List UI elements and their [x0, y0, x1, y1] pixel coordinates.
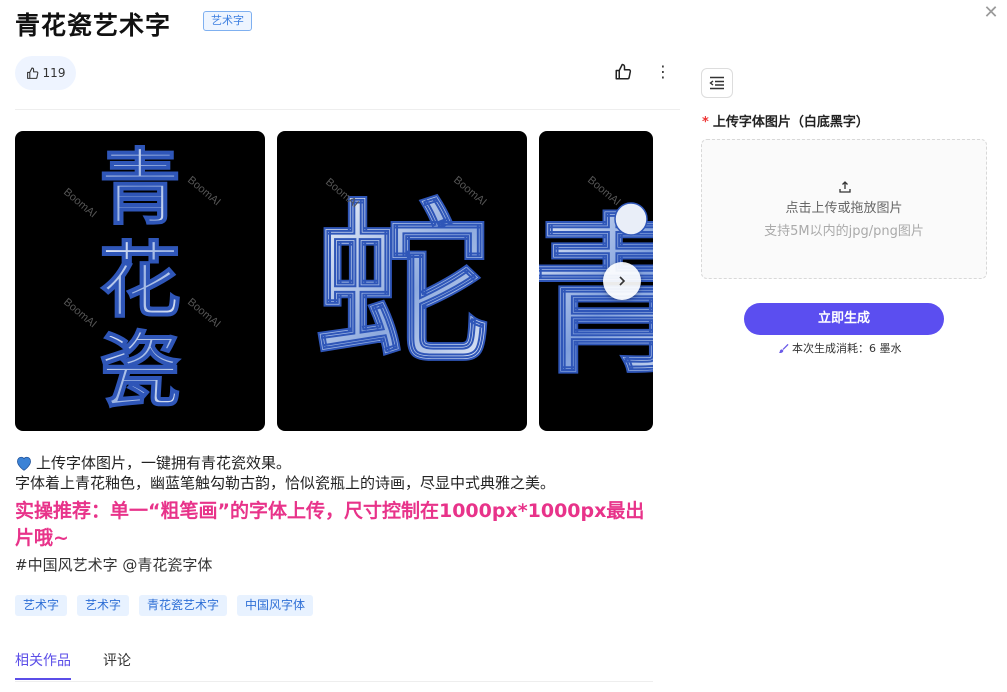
watermark: BoomAI: [185, 174, 223, 208]
upload-icon: [839, 181, 851, 193]
like-count-button[interactable]: 119: [15, 56, 76, 90]
divider: [15, 109, 680, 110]
dropzone-hint: 支持5M以内的jpg/png图片: [764, 224, 924, 239]
category-badge[interactable]: 艺术字: [203, 11, 252, 31]
tag-chip[interactable]: 中国风字体: [237, 595, 314, 616]
porcelain-glyph: 青: [99, 140, 181, 236]
porcelain-glyph: 蛇: [315, 183, 490, 388]
hashtags[interactable]: #中国风艺术字 @青花瓷字体: [15, 554, 212, 575]
ink-brush-icon: [778, 343, 789, 353]
blue-heart-icon: [17, 456, 31, 471]
description-line: 上传字体图片，一键拥有青花瓷效果。: [36, 454, 292, 472]
tag-list: 艺术字 艺术字 青花瓷艺术字 中国风字体: [15, 595, 314, 616]
cost-info: 本次生成消耗：6 墨水: [778, 340, 902, 356]
more-options-icon[interactable]: ⋮: [655, 62, 671, 82]
tag-chip[interactable]: 艺术字: [77, 595, 130, 616]
thumbs-up-icon: [26, 67, 38, 79]
required-mark: *: [702, 115, 709, 130]
dropzone-instruction: 点击上传或拖放图片: [785, 201, 903, 216]
flower-ornament: [614, 202, 648, 236]
content-tabs: 相关作品 评论: [15, 650, 131, 680]
generate-button[interactable]: 立即生成: [744, 303, 944, 335]
image-upload-dropzone[interactable]: 点击上传或拖放图片 支持5M以内的jpg/png图片: [701, 139, 987, 279]
upload-label: * 上传字体图片（白底黑字）: [702, 111, 869, 130]
like-count: 119: [42, 66, 66, 80]
tag-chip[interactable]: 青花瓷艺术字: [139, 595, 228, 616]
image-carousel: 青 花 瓷 BoomAI BoomAI BoomAI BoomAI 蛇 Boom…: [15, 131, 653, 431]
porcelain-glyph: 花: [99, 233, 181, 329]
recommendation-text: 实操推荐：单一“粗笔画”的字体上传，尺寸控制在1000px*1000px最出片哦…: [15, 500, 645, 549]
watermark: BoomAI: [185, 296, 223, 330]
tab-comments[interactable]: 评论: [103, 650, 131, 680]
close-icon[interactable]: ✕: [982, 4, 1000, 22]
indent-list-icon: [709, 76, 724, 90]
watermark: BoomAI: [61, 186, 99, 220]
carousel-image-1[interactable]: 青 花 瓷 BoomAI BoomAI BoomAI BoomAI: [15, 131, 265, 431]
cost-text: 本次生成消耗：6 墨水: [792, 342, 902, 355]
description-line: 字体着上青花釉色，幽蓝笔触勾勒古韵，恰似瓷瓶上的诗画，尽显中式典雅之美。: [15, 474, 556, 492]
porcelain-glyph: 瓷: [99, 323, 181, 419]
tab-related-works[interactable]: 相关作品: [15, 650, 71, 680]
watermark: BoomAI: [61, 296, 99, 330]
divider: [15, 681, 653, 682]
chevron-right-icon: [619, 276, 626, 286]
carousel-image-2[interactable]: 蛇 BoomAI BoomAI: [277, 131, 527, 431]
description: 上传字体图片，一键拥有青花瓷效果。 字体着上青花釉色，幽蓝笔触勾勒古韵，恰似瓷瓶…: [15, 453, 660, 493]
collapse-panel-button[interactable]: [701, 68, 733, 98]
thumbs-up-icon[interactable]: [614, 63, 632, 81]
carousel-next-button[interactable]: [603, 262, 641, 300]
upload-label-text: 上传字体图片（白底黑字）: [712, 115, 869, 130]
page-title: 青花瓷艺术字: [15, 11, 172, 40]
tag-chip[interactable]: 艺术字: [15, 595, 68, 616]
